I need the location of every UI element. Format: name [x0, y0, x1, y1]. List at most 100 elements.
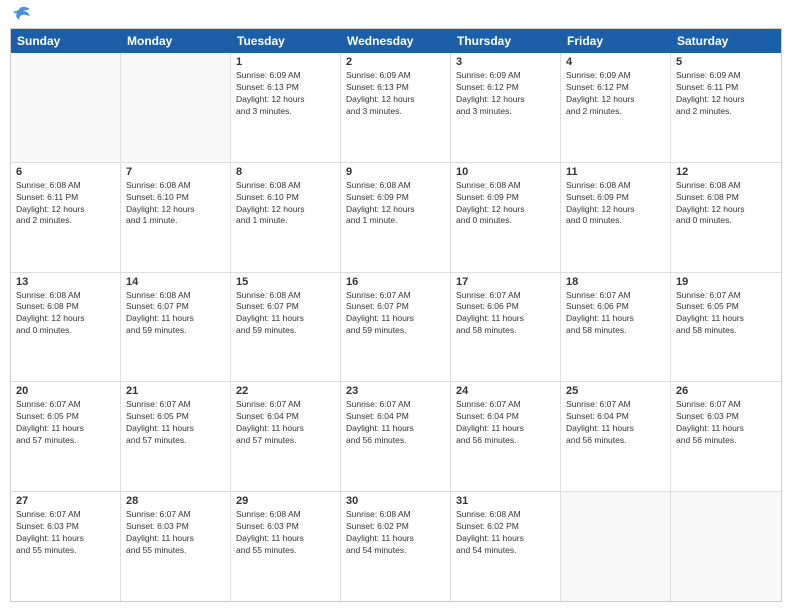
cell-info: Sunrise: 6:07 AM Sunset: 6:07 PM Dayligh…: [346, 290, 445, 338]
day-number: 13: [16, 276, 115, 288]
calendar-cell: 26 Sunrise: 6:07 AM Sunset: 6:03 PM Dayli…: [671, 382, 781, 491]
calendar-cell: 2 Sunrise: 6:09 AM Sunset: 6:13 PM Daylig…: [341, 53, 451, 162]
calendar-row-0: 1 Sunrise: 6:09 AM Sunset: 6:13 PM Daylig…: [11, 53, 781, 163]
calendar-cell: 10 Sunrise: 6:08 AM Sunset: 6:09 PM Dayli…: [451, 163, 561, 272]
calendar-cell: [11, 53, 121, 162]
day-number: 29: [236, 495, 335, 507]
cell-info: Sunrise: 6:08 AM Sunset: 6:10 PM Dayligh…: [126, 180, 225, 228]
calendar-cell: 9 Sunrise: 6:08 AM Sunset: 6:09 PM Daylig…: [341, 163, 451, 272]
cell-info: Sunrise: 6:08 AM Sunset: 6:09 PM Dayligh…: [456, 180, 555, 228]
calendar-cell: [671, 492, 781, 601]
calendar-cell: 6 Sunrise: 6:08 AM Sunset: 6:11 PM Daylig…: [11, 163, 121, 272]
cell-info: Sunrise: 6:07 AM Sunset: 6:04 PM Dayligh…: [566, 399, 665, 447]
calendar-cell: 4Sunrise: 6:09 AM Sunset: 6:12 PM Daylig…: [561, 53, 671, 162]
day-number: 11: [566, 166, 665, 178]
calendar-cell: 17 Sunrise: 6:07 AM Sunset: 6:06 PM Dayli…: [451, 273, 561, 382]
calendar-cell: [561, 492, 671, 601]
header-day-thursday: Thursday: [451, 29, 561, 53]
day-number: 19: [676, 276, 776, 288]
day-number: 28: [126, 495, 225, 507]
day-number: 12: [676, 166, 776, 178]
header: [10, 10, 782, 20]
cell-info: Sunrise: 6:08 AM Sunset: 6:09 PM Dayligh…: [566, 180, 665, 228]
day-number: 27: [16, 495, 115, 507]
cell-info: Sunrise: 6:08 AM Sunset: 6:11 PM Dayligh…: [16, 180, 115, 228]
day-number: 18: [566, 276, 665, 288]
cell-info: Sunrise: 6:07 AM Sunset: 6:06 PM Dayligh…: [456, 290, 555, 338]
cell-info: Sunrise: 6:08 AM Sunset: 6:09 PM Dayligh…: [346, 180, 445, 228]
calendar-cell: 29Sunrise: 6:08 AM Sunset: 6:03 PM Dayli…: [231, 492, 341, 601]
cell-info: Sunrise: 6:08 AM Sunset: 6:08 PM Dayligh…: [16, 290, 115, 338]
cell-info: Sunrise: 6:08 AM Sunset: 6:07 PM Dayligh…: [126, 290, 225, 338]
cell-info: Sunrise: 6:09 AM Sunset: 6:13 PM Dayligh…: [346, 70, 445, 118]
cell-info: Sunrise: 6:08 AM Sunset: 6:10 PM Dayligh…: [236, 180, 335, 228]
cell-info: Sunrise: 6:07 AM Sunset: 6:05 PM Dayligh…: [676, 290, 776, 338]
cell-info: Sunrise: 6:09 AM Sunset: 6:12 PM Dayligh…: [456, 70, 555, 118]
cell-info: Sunrise: 6:07 AM Sunset: 6:03 PM Dayligh…: [676, 399, 776, 447]
day-number: 23: [346, 385, 445, 397]
day-number: 2: [346, 56, 445, 68]
logo: [10, 10, 34, 20]
header-day-friday: Friday: [561, 29, 671, 53]
calendar-cell: 15Sunrise: 6:08 AM Sunset: 6:07 PM Dayli…: [231, 273, 341, 382]
day-number: 30: [346, 495, 445, 507]
day-number: 7: [126, 166, 225, 178]
calendar-cell: 11 Sunrise: 6:08 AM Sunset: 6:09 PM Dayli…: [561, 163, 671, 272]
day-number: 8: [236, 166, 335, 178]
calendar-cell: 23 Sunrise: 6:07 AM Sunset: 6:04 PM Dayli…: [341, 382, 451, 491]
calendar-cell: 5Sunrise: 6:09 AM Sunset: 6:11 PM Daylig…: [671, 53, 781, 162]
day-number: 22: [236, 385, 335, 397]
day-number: 4: [566, 56, 665, 68]
calendar-cell: 24 Sunrise: 6:07 AM Sunset: 6:04 PM Dayli…: [451, 382, 561, 491]
day-number: 14: [126, 276, 225, 288]
cell-info: Sunrise: 6:07 AM Sunset: 6:04 PM Dayligh…: [456, 399, 555, 447]
calendar-body: 1 Sunrise: 6:09 AM Sunset: 6:13 PM Daylig…: [11, 53, 781, 601]
calendar-row-1: 6 Sunrise: 6:08 AM Sunset: 6:11 PM Daylig…: [11, 163, 781, 273]
calendar-cell: 8 Sunrise: 6:08 AM Sunset: 6:10 PM Daylig…: [231, 163, 341, 272]
page: SundayMondayTuesdayWednesdayThursdayFrid…: [0, 0, 792, 612]
header-day-tuesday: Tuesday: [231, 29, 341, 53]
calendar-cell: [121, 53, 231, 162]
header-day-wednesday: Wednesday: [341, 29, 451, 53]
calendar-cell: 12 Sunrise: 6:08 AM Sunset: 6:08 PM Dayli…: [671, 163, 781, 272]
calendar-row-2: 13 Sunrise: 6:08 AM Sunset: 6:08 PM Dayli…: [11, 273, 781, 383]
calendar-cell: 28 Sunrise: 6:07 AM Sunset: 6:03 PM Dayli…: [121, 492, 231, 601]
cell-info: Sunrise: 6:07 AM Sunset: 6:04 PM Dayligh…: [346, 399, 445, 447]
cell-info: Sunrise: 6:08 AM Sunset: 6:07 PM Dayligh…: [236, 290, 335, 338]
day-number: 3: [456, 56, 555, 68]
logo-bird-icon: [12, 6, 34, 24]
day-number: 10: [456, 166, 555, 178]
day-number: 21: [126, 385, 225, 397]
cell-info: Sunrise: 6:08 AM Sunset: 6:08 PM Dayligh…: [676, 180, 776, 228]
calendar-cell: 20Sunrise: 6:07 AM Sunset: 6:05 PM Dayli…: [11, 382, 121, 491]
header-day-saturday: Saturday: [671, 29, 781, 53]
calendar-cell: 13 Sunrise: 6:08 AM Sunset: 6:08 PM Dayli…: [11, 273, 121, 382]
cell-info: Sunrise: 6:07 AM Sunset: 6:03 PM Dayligh…: [126, 509, 225, 557]
header-day-sunday: Sunday: [11, 29, 121, 53]
day-number: 26: [676, 385, 776, 397]
cell-info: Sunrise: 6:07 AM Sunset: 6:05 PM Dayligh…: [126, 399, 225, 447]
cell-info: Sunrise: 6:07 AM Sunset: 6:04 PM Dayligh…: [236, 399, 335, 447]
calendar-cell: 21 Sunrise: 6:07 AM Sunset: 6:05 PM Dayli…: [121, 382, 231, 491]
calendar-cell: 31 Sunrise: 6:08 AM Sunset: 6:02 PM Dayli…: [451, 492, 561, 601]
day-number: 6: [16, 166, 115, 178]
cell-info: Sunrise: 6:09 AM Sunset: 6:13 PM Dayligh…: [236, 70, 335, 118]
calendar-cell: 3 Sunrise: 6:09 AM Sunset: 6:12 PM Daylig…: [451, 53, 561, 162]
day-number: 31: [456, 495, 555, 507]
cell-info: Sunrise: 6:07 AM Sunset: 6:03 PM Dayligh…: [16, 509, 115, 557]
cell-info: Sunrise: 6:09 AM Sunset: 6:11 PM Dayligh…: [676, 70, 776, 118]
day-number: 9: [346, 166, 445, 178]
cell-info: Sunrise: 6:08 AM Sunset: 6:02 PM Dayligh…: [456, 509, 555, 557]
day-number: 25: [566, 385, 665, 397]
calendar-cell: 19 Sunrise: 6:07 AM Sunset: 6:05 PM Dayli…: [671, 273, 781, 382]
calendar-cell: 22 Sunrise: 6:07 AM Sunset: 6:04 PM Dayli…: [231, 382, 341, 491]
calendar-cell: 30Sunrise: 6:08 AM Sunset: 6:02 PM Dayli…: [341, 492, 451, 601]
day-number: 17: [456, 276, 555, 288]
calendar-row-3: 20Sunrise: 6:07 AM Sunset: 6:05 PM Dayli…: [11, 382, 781, 492]
logo-text: [10, 10, 34, 24]
day-number: 1: [236, 56, 335, 68]
calendar-header: SundayMondayTuesdayWednesdayThursdayFrid…: [11, 29, 781, 53]
cell-info: Sunrise: 6:07 AM Sunset: 6:06 PM Dayligh…: [566, 290, 665, 338]
day-number: 24: [456, 385, 555, 397]
header-day-monday: Monday: [121, 29, 231, 53]
